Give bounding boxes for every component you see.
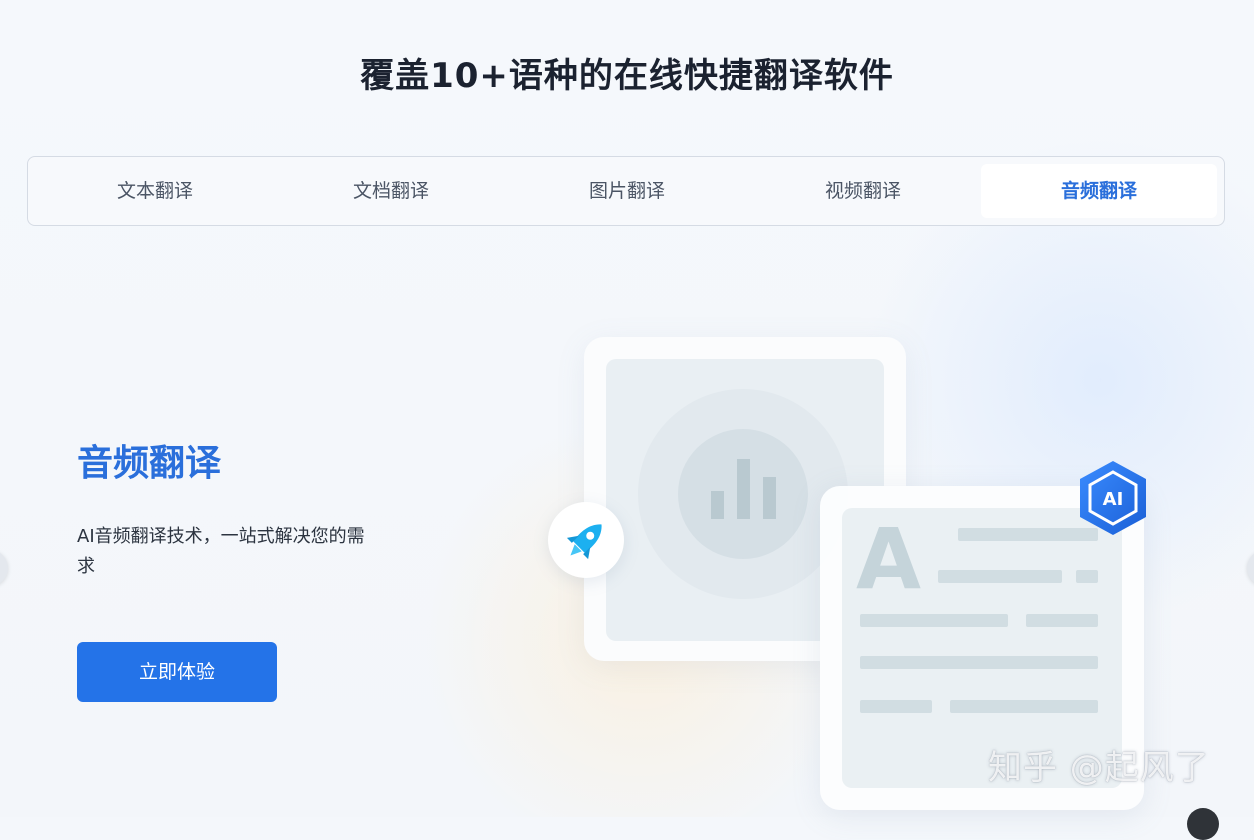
feature-title: 音频翻译 [77, 443, 222, 484]
text-line [860, 614, 1008, 627]
text-line [1026, 614, 1098, 627]
ai-badge-label: AI [1103, 489, 1124, 510]
page-title: 覆盖10+语种的在线快捷翻译软件 [360, 56, 894, 96]
watermark: 知乎 @起风了 [988, 748, 1210, 788]
audio-disc [678, 429, 808, 559]
ai-hexagon-badge: AI [1076, 458, 1150, 538]
tab-video-translation[interactable]: 视频翻译 [745, 164, 981, 218]
feature-description: AI音频翻译技术，一站式解决您的需求 [77, 526, 365, 577]
rocket-icon [566, 524, 602, 560]
text-line [1076, 570, 1098, 583]
tab-audio-translation[interactable]: 音频翻译 [981, 164, 1217, 218]
tab-document-translation[interactable]: 文档翻译 [273, 164, 509, 218]
try-now-button[interactable]: 立即体验 [77, 642, 277, 702]
tab-image-translation[interactable]: 图片翻译 [509, 164, 745, 218]
feature-tabs: 文本翻译 文档翻译 图片翻译 视频翻译 音频翻译 [27, 156, 1225, 226]
text-line [860, 700, 932, 713]
tab-text-translation[interactable]: 文本翻译 [37, 164, 273, 218]
document-letter: A [856, 510, 922, 608]
text-line [860, 656, 1098, 669]
ai-hexagon-icon: AI [1080, 461, 1146, 535]
floating-action-button[interactable] [1187, 808, 1219, 840]
audio-bars-icon [711, 459, 776, 519]
text-line [950, 700, 1098, 713]
rocket-badge [548, 502, 624, 578]
text-line [938, 570, 1062, 583]
